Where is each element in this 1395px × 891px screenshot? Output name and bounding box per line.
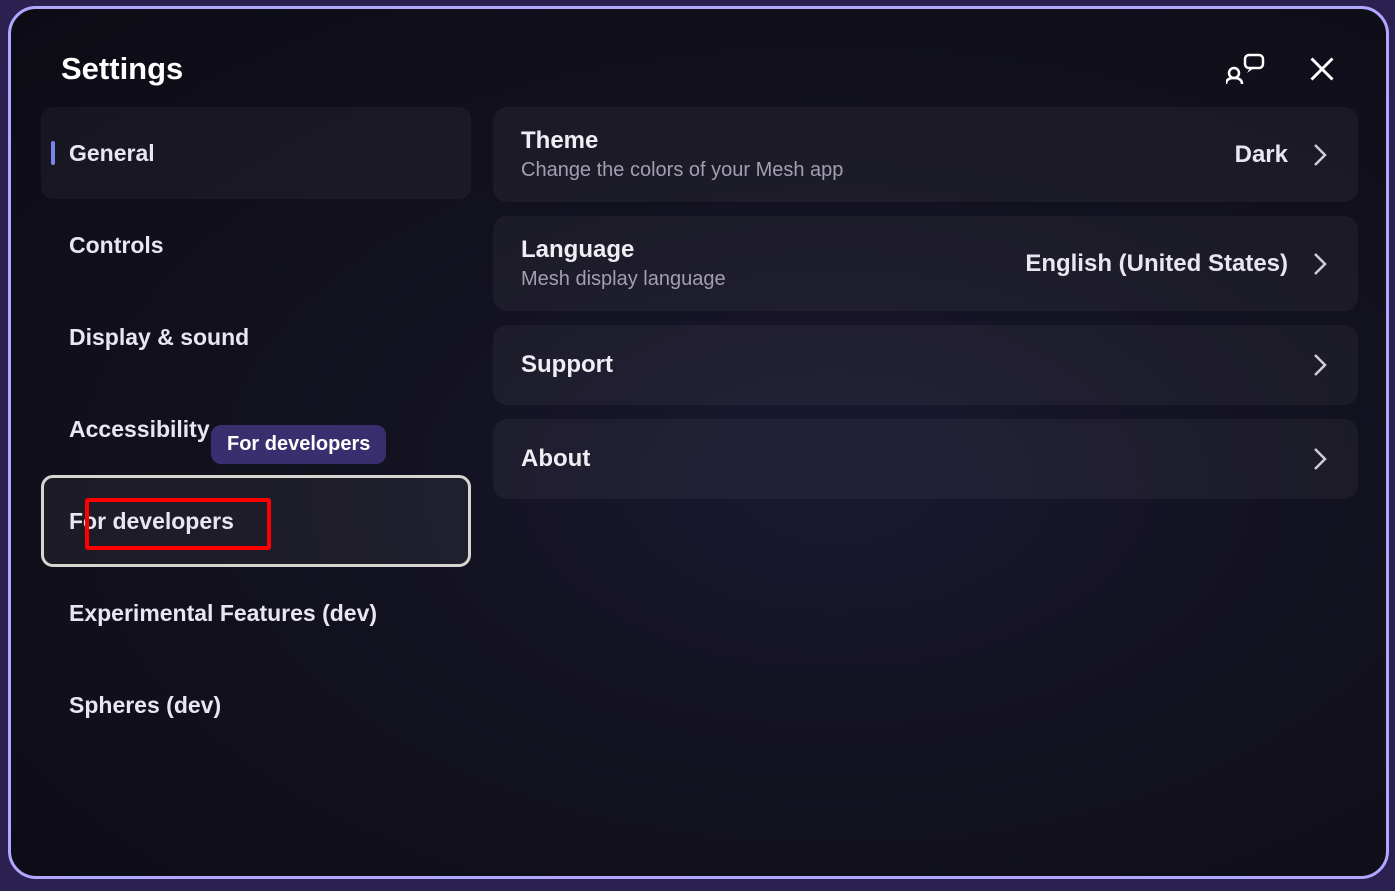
setting-support[interactable]: Support: [493, 325, 1358, 405]
setting-info: Language Mesh display language: [521, 236, 726, 291]
header-actions: [1226, 53, 1336, 85]
sidebar-item-label: General: [69, 140, 155, 167]
setting-value: English (United States): [1025, 250, 1288, 278]
setting-value: Dark: [1235, 141, 1288, 169]
setting-subtitle: Change the colors of your Mesh app: [521, 159, 843, 182]
sidebar-item-label: Display & sound: [69, 324, 249, 351]
feedback-icon[interactable]: [1226, 53, 1266, 85]
settings-window: Settings General Controls Display &: [8, 6, 1389, 879]
setting-value-group: [1312, 445, 1328, 473]
close-icon[interactable]: [1308, 55, 1336, 83]
setting-title: Theme: [521, 127, 843, 155]
page-title: Settings: [61, 51, 183, 87]
sidebar-item-label: Controls: [69, 232, 164, 259]
window-body: General Controls Display & sound Accessi…: [11, 107, 1386, 751]
setting-title: Language: [521, 236, 726, 264]
sidebar-item-label: Accessibility: [69, 416, 210, 443]
setting-theme[interactable]: Theme Change the colors of your Mesh app…: [493, 107, 1358, 202]
sidebar-item-general[interactable]: General: [41, 107, 471, 199]
settings-content: Theme Change the colors of your Mesh app…: [493, 107, 1358, 751]
setting-info: Theme Change the colors of your Mesh app: [521, 127, 843, 182]
sidebar-item-experimental-features[interactable]: Experimental Features (dev): [41, 567, 471, 659]
sidebar-item-controls[interactable]: Controls: [41, 199, 471, 291]
window-header: Settings: [11, 9, 1386, 107]
chevron-right-icon: [1312, 351, 1328, 379]
setting-value-group: Dark: [1235, 141, 1328, 169]
setting-info: Support: [521, 351, 613, 379]
setting-title: About: [521, 445, 590, 473]
chevron-right-icon: [1312, 250, 1328, 278]
setting-value-group: English (United States): [1025, 250, 1328, 278]
settings-sidebar: General Controls Display & sound Accessi…: [41, 107, 471, 751]
chevron-right-icon: [1312, 141, 1328, 169]
sidebar-item-label: Spheres (dev): [69, 692, 221, 719]
setting-value-group: [1312, 351, 1328, 379]
setting-title: Support: [521, 351, 613, 379]
sidebar-item-display-sound[interactable]: Display & sound: [41, 291, 471, 383]
setting-info: About: [521, 445, 590, 473]
setting-language[interactable]: Language Mesh display language English (…: [493, 216, 1358, 311]
sidebar-item-for-developers[interactable]: For developers: [41, 475, 471, 567]
sidebar-item-label: For developers: [69, 508, 234, 535]
chevron-right-icon: [1312, 445, 1328, 473]
sidebar-item-label: Experimental Features (dev): [69, 600, 377, 627]
setting-about[interactable]: About: [493, 419, 1358, 499]
sidebar-item-spheres[interactable]: Spheres (dev): [41, 659, 471, 751]
sidebar-item-accessibility[interactable]: Accessibility: [41, 383, 471, 475]
setting-subtitle: Mesh display language: [521, 268, 726, 291]
